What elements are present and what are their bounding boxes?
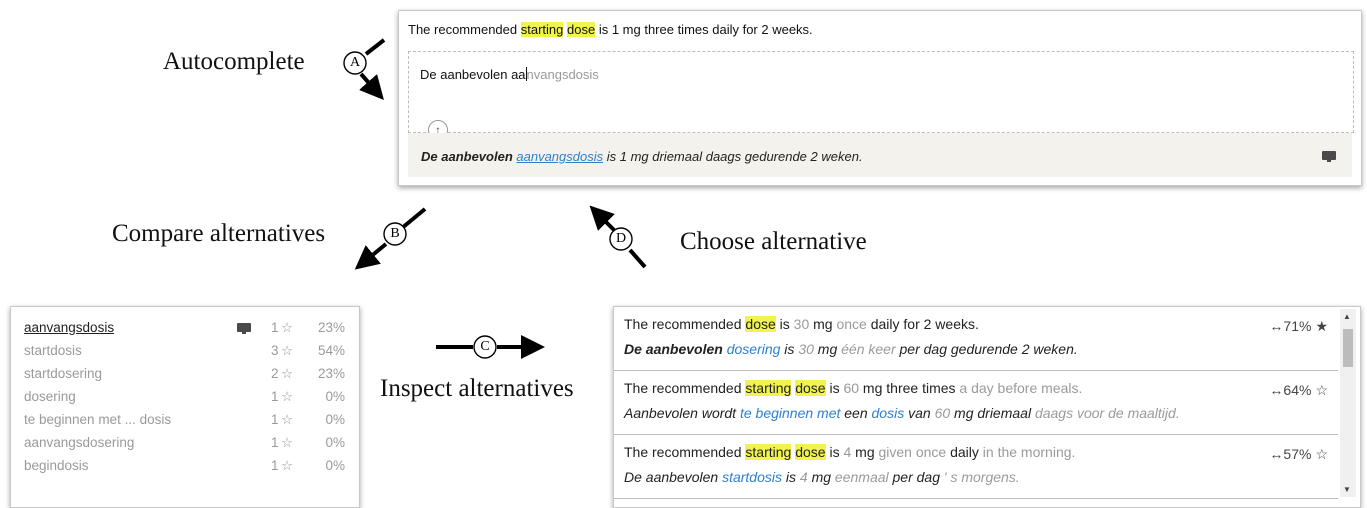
star-icon[interactable]: ☆ [1315,382,1328,398]
alternative-term: aanvangsdosis [24,320,115,335]
arrow-b-out [354,242,388,270]
scrollbar[interactable]: ▲ ▼ [1340,309,1356,497]
arrow-b-in [400,207,427,230]
alternative-percent: 23% [317,320,345,335]
star-icon[interactable]: ☆ [281,343,293,359]
translations-panel: The recommended dose is 30 mg once daily… [613,306,1361,508]
vote-count: 2 [271,366,279,381]
alternative-row[interactable]: dosering 1 ☆ 0% [11,389,359,409]
vote-count: 1 [271,412,279,427]
star-icon[interactable]: ☆ [281,320,293,336]
star-icon[interactable]: ☆ [281,412,293,428]
source-sentence: The recommended starting dose is 60 mg t… [624,380,1083,396]
alternative-row[interactable]: te beginnen met ... dosis 1 ☆ 0% [11,412,359,432]
alternative-percent: 23% [317,366,345,381]
alternative-percent: 54% [317,343,345,358]
translated-sentence: Aanbevolen wordt te beginnen met een dos… [624,405,1180,421]
star-icon[interactable]: ☆ [281,435,293,451]
translation-alternative[interactable]: The recommended starting dose is 60 mg t… [614,371,1338,435]
star-icon[interactable]: ☆ [281,458,293,474]
typed-text: De aanbevolen aa [420,67,526,82]
star-icon[interactable]: ☆ [1315,446,1328,462]
scroll-up-icon[interactable]: ▲ [1343,312,1351,321]
translated-sentence: De aanbevolen startdosis is 4 mg eenmaal… [624,469,1020,485]
monitor-icon [1322,149,1336,167]
alternative-row[interactable]: startdosis 3 ☆ 54% [11,343,359,363]
alternative-percent: 0% [325,412,345,427]
vote-count: 1 [271,435,279,450]
alternative-row[interactable]: aanvangsdosis 1 ☆ 23% [11,320,359,340]
marker-d-letter: D [615,231,627,246]
editor-panel: The recommended starting dose is 1 mg th… [398,10,1362,186]
alternative-term: startdosis [24,343,82,358]
alternative-link[interactable]: aanvangsdosis [516,149,603,164]
alternative-percent: 0% [325,458,345,473]
source-sentence: The recommended starting dose is 4 mg gi… [624,444,1076,460]
arrow-a-out [359,72,384,100]
alternative-term: te beginnen met ... dosis [24,412,172,427]
source-sentence: The recommended starting dose is 1 mg th… [408,22,813,37]
vote-count: 1 [271,458,279,473]
highlight-starting: starting [520,22,564,37]
scroll-thumb[interactable] [1343,329,1353,367]
translation-alternative[interactable]: The recommended dose is 30 mg once daily… [614,307,1338,371]
alternative-percent: 0% [325,435,345,450]
autocomplete-suggestion: nvangsdosis [526,67,599,82]
alternative-term: aanvangsdosering [24,435,135,450]
alternative-row[interactable]: aanvangsdosering 1 ☆ 0% [11,435,359,455]
vote-count: 3 [271,343,279,358]
arrow-d-in [628,248,647,269]
marker-c-letter: C [480,339,490,354]
alternative-row[interactable]: startdosering 2 ☆ 23% [11,366,359,386]
arrow-d-out [589,205,616,232]
vote-count: 1 [271,389,279,404]
translation-input[interactable]: De aanbevolen aanvangsdosis [408,51,1354,133]
alternative-term: begindosis [24,458,89,473]
marker-b-letter: B [390,226,400,241]
star-icon[interactable]: ☆ [281,366,293,382]
alternative-row[interactable]: begindosis 1 ☆ 0% [11,458,359,478]
star-icon[interactable]: ☆ [281,389,293,405]
highlight-dose: dose [567,22,596,37]
alternative-term: dosering [24,389,76,404]
similarity-score: ↔71% ★ [1269,318,1328,334]
star-icon[interactable]: ★ [1315,318,1328,334]
alternative-percent: 0% [325,389,345,404]
alternative-term: startdosering [24,366,103,381]
alternatives-panel: aanvangsdosis 1 ☆ 23% startdosis 3 ☆ 54% startdo… [10,306,360,508]
similarity-score: ↔57% ☆ [1269,446,1328,462]
source-sentence: The recommended dose is 30 mg once daily… [624,316,979,332]
similarity-score: ↔64% ☆ [1269,382,1328,398]
vote-count: 1 [271,320,279,335]
translated-sentence: De aanbevolen dosering is 30 mg één keer… [624,341,1078,357]
translation-alternative[interactable]: The recommended starting dose is 4 mg gi… [614,435,1338,499]
marker-a-letter: A [349,55,361,70]
scroll-down-icon[interactable]: ▼ [1343,485,1351,494]
translation-preview: De aanbevolen aanvangsdosis is 1 mg drie… [408,133,1352,177]
arrow-a-in [364,38,386,56]
